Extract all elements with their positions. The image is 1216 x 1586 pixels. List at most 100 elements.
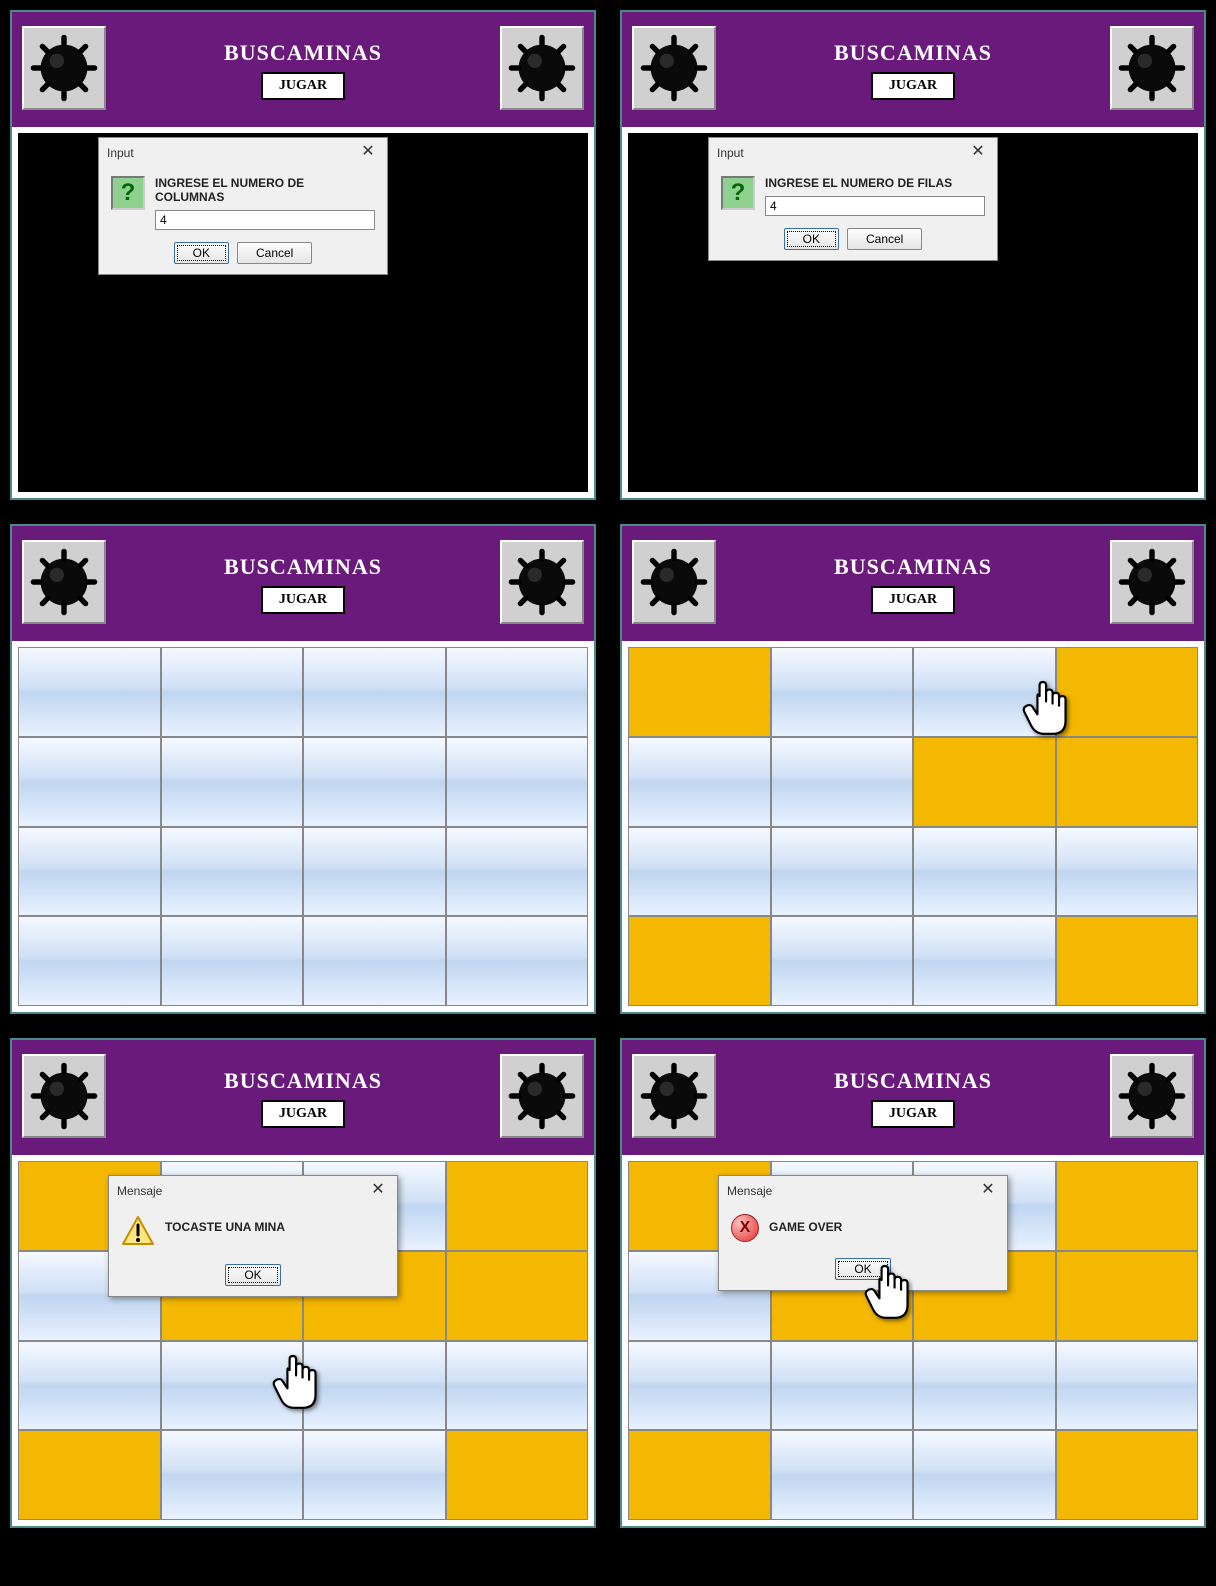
- app-title: BUSCAMINAS: [834, 554, 992, 580]
- board-cell[interactable]: [18, 827, 161, 917]
- board-cell[interactable]: [303, 1430, 446, 1520]
- board-cell[interactable]: [446, 647, 589, 737]
- board-cell[interactable]: [446, 737, 589, 827]
- board-cell[interactable]: [913, 827, 1056, 917]
- dialog-message: GAME OVER: [769, 1214, 995, 1242]
- board-cell[interactable]: [446, 1251, 589, 1341]
- board-cell[interactable]: [1056, 1161, 1199, 1251]
- play-button[interactable]: JUGAR: [261, 1100, 345, 1128]
- ok-button[interactable]: OK: [784, 228, 839, 250]
- board-cell[interactable]: [161, 1341, 304, 1431]
- ok-button[interactable]: OK: [835, 1258, 890, 1280]
- board-cell[interactable]: [1056, 737, 1199, 827]
- board-cell[interactable]: [446, 1341, 589, 1431]
- play-button[interactable]: JUGAR: [871, 1100, 955, 1128]
- error-icon: X: [731, 1214, 759, 1242]
- board-cell[interactable]: [18, 1430, 161, 1520]
- dialog-title: Input: [107, 146, 134, 160]
- warning-icon: [121, 1214, 155, 1248]
- app-title: BUSCAMINAS: [224, 40, 382, 66]
- board-cell[interactable]: [913, 1430, 1056, 1520]
- board-cell[interactable]: [161, 737, 304, 827]
- board-cell[interactable]: [771, 916, 914, 1006]
- play-button[interactable]: JUGAR: [871, 586, 955, 614]
- play-button[interactable]: JUGAR: [261, 72, 345, 100]
- board-cell[interactable]: [446, 916, 589, 1006]
- close-icon[interactable]: ✕: [977, 1180, 999, 1202]
- board-cell[interactable]: [446, 1161, 589, 1251]
- cancel-button[interactable]: Cancel: [847, 228, 922, 250]
- board-cell[interactable]: [303, 647, 446, 737]
- game-panel: BUSCAMINAS JUGAR Mensaje ✕ X GAME OVER OK: [620, 1038, 1206, 1528]
- board-cell[interactable]: [628, 916, 771, 1006]
- board-cell[interactable]: [628, 737, 771, 827]
- board-cell[interactable]: [18, 1341, 161, 1431]
- mine-icon: [1110, 540, 1194, 624]
- board-cell[interactable]: [161, 647, 304, 737]
- header: BUSCAMINAS JUGAR: [622, 526, 1204, 641]
- board-cell[interactable]: [771, 1430, 914, 1520]
- game-panel: BUSCAMINASJUGARInput✕?INGRESE EL NUMERO …: [10, 10, 596, 500]
- board-cell[interactable]: [303, 737, 446, 827]
- board-cell[interactable]: [913, 916, 1056, 1006]
- board-cell[interactable]: [446, 1430, 589, 1520]
- ok-button[interactable]: OK: [174, 242, 229, 264]
- play-button[interactable]: JUGAR: [871, 72, 955, 100]
- mine-icon: [632, 1054, 716, 1138]
- panel-body: Mensaje ✕ X GAME OVER OK: [628, 1161, 1198, 1520]
- board-cell[interactable]: [628, 1430, 771, 1520]
- panel-body: Input✕?INGRESE EL NUMERO DE COLUMNASOKCa…: [18, 133, 588, 492]
- mine-icon: [1110, 1054, 1194, 1138]
- board-cell[interactable]: [771, 737, 914, 827]
- mine-icon: [22, 1054, 106, 1138]
- panel-body: Input✕?INGRESE EL NUMERO DE FILASOKCance…: [628, 133, 1198, 492]
- board-cell[interactable]: [1056, 647, 1199, 737]
- dialog-title: Mensaje: [727, 1184, 772, 1198]
- close-icon[interactable]: ✕: [367, 1180, 389, 1202]
- board-cell[interactable]: [303, 916, 446, 1006]
- board-cell[interactable]: [1056, 827, 1199, 917]
- board-cell[interactable]: [628, 827, 771, 917]
- close-icon[interactable]: ✕: [967, 142, 989, 164]
- board-cell[interactable]: [628, 1341, 771, 1431]
- board-cell[interactable]: [303, 1341, 446, 1431]
- dialog-title: Mensaje: [117, 1184, 162, 1198]
- panel-body: [628, 647, 1198, 1006]
- dialog-input[interactable]: [155, 210, 375, 230]
- board-cell[interactable]: [18, 737, 161, 827]
- header: BUSCAMINASJUGAR: [622, 12, 1204, 127]
- board-cell[interactable]: [1056, 1430, 1199, 1520]
- app-title: BUSCAMINAS: [834, 1068, 992, 1094]
- board-cell[interactable]: [161, 916, 304, 1006]
- input-dialog: Input✕?INGRESE EL NUMERO DE FILASOKCance…: [708, 137, 998, 261]
- board-cell[interactable]: [771, 827, 914, 917]
- play-button[interactable]: JUGAR: [261, 586, 345, 614]
- board-cell[interactable]: [913, 647, 1056, 737]
- game-board: [628, 647, 1198, 1006]
- board-cell[interactable]: [161, 1430, 304, 1520]
- close-icon[interactable]: ✕: [357, 142, 379, 164]
- board-cell[interactable]: [771, 1341, 914, 1431]
- cancel-button[interactable]: Cancel: [237, 242, 312, 264]
- board-cell[interactable]: [1056, 1251, 1199, 1341]
- message-dialog: Mensaje✕TOCASTE UNA MINAOK: [108, 1175, 398, 1297]
- board-cell[interactable]: [18, 647, 161, 737]
- board-cell[interactable]: [161, 827, 304, 917]
- board-cell[interactable]: [1056, 1341, 1199, 1431]
- ok-button[interactable]: OK: [225, 1264, 280, 1286]
- dialog-input[interactable]: [765, 196, 985, 216]
- panel-body: Mensaje✕TOCASTE UNA MINAOK: [18, 1161, 588, 1520]
- board-cell[interactable]: [446, 827, 589, 917]
- dialog-prompt: INGRESE EL NUMERO DE FILAS: [765, 176, 985, 190]
- game-panel: BUSCAMINASJUGARInput✕?INGRESE EL NUMERO …: [620, 10, 1206, 500]
- board-cell[interactable]: [628, 647, 771, 737]
- question-icon: ?: [721, 176, 755, 210]
- app-title: BUSCAMINAS: [224, 1068, 382, 1094]
- board-cell[interactable]: [303, 827, 446, 917]
- board-cell[interactable]: [1056, 916, 1199, 1006]
- board-cell[interactable]: [913, 737, 1056, 827]
- board-cell[interactable]: [771, 647, 914, 737]
- board-cell[interactable]: [913, 1341, 1056, 1431]
- board-cell[interactable]: [18, 916, 161, 1006]
- header: BUSCAMINAS JUGAR: [622, 1040, 1204, 1155]
